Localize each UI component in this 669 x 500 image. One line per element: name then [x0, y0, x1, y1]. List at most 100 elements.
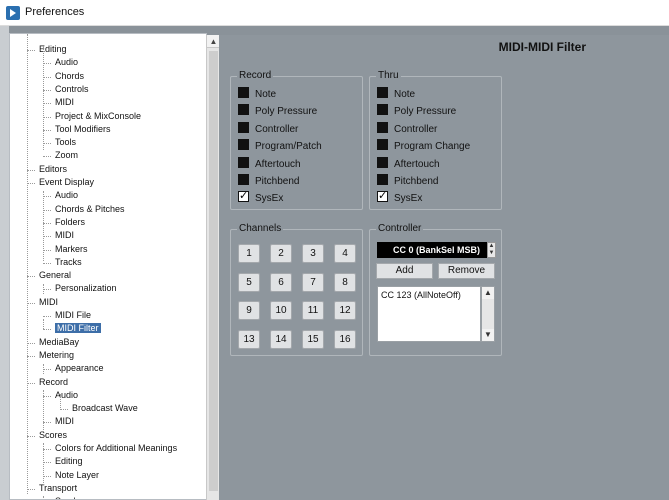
tree-item[interactable]: Audio [55, 389, 78, 402]
tree-item[interactable]: MIDI [55, 229, 74, 242]
tree-connector [43, 449, 51, 450]
tree-item[interactable]: MediaBay [39, 336, 79, 349]
channels-group-title: Channels [237, 223, 284, 235]
thru-option-label: Poly Pressure [394, 106, 457, 118]
channel-6-button[interactable]: 6 [270, 272, 292, 292]
tree-item[interactable]: MIDI [39, 296, 58, 309]
tree-item[interactable]: Chords [55, 70, 84, 83]
record-checkbox[interactable] [238, 174, 249, 185]
record-option[interactable]: Note [238, 87, 276, 101]
tree-item[interactable]: Project & MixConsole [55, 110, 141, 123]
channel-2-button[interactable]: 2 [270, 244, 292, 263]
tree-item[interactable]: MIDI File [55, 309, 91, 322]
tree-connector [43, 236, 51, 238]
channel-8-button[interactable]: 8 [334, 272, 356, 292]
thru-checkbox[interactable] [377, 156, 388, 168]
channel-11-button[interactable]: 11 [302, 301, 324, 320]
tree-item[interactable]: MIDI [55, 415, 74, 428]
tree-item[interactable]: Appearance [55, 362, 104, 375]
channel-9-button[interactable]: 9 [238, 301, 260, 320]
record-checkbox[interactable] [238, 189, 249, 203]
tree-item[interactable]: Record [39, 376, 68, 389]
tree-item[interactable]: General [39, 269, 71, 282]
tree-guide-line [43, 390, 44, 432]
channel-3-button[interactable]: 3 [302, 244, 324, 263]
list-scroll-down-icon[interactable]: ▼ [482, 329, 494, 341]
tree-item[interactable]: Tool Modifiers [55, 123, 111, 136]
tree-item[interactable]: Personalization [55, 282, 117, 295]
record-option[interactable]: Aftertouch [238, 156, 301, 171]
thru-checkbox[interactable] [377, 87, 388, 98]
thru-option[interactable]: Program Change [377, 139, 470, 153]
channel-1-button[interactable]: 1 [238, 244, 260, 263]
record-checkbox[interactable] [238, 139, 249, 151]
channel-14-button[interactable]: 14 [270, 329, 292, 349]
tree-item[interactable]: Metering [39, 349, 74, 362]
tree-item[interactable]: Transport [39, 482, 77, 495]
record-option[interactable]: Program/Patch [238, 139, 322, 153]
tree-guide-line [43, 284, 44, 294]
tree-item[interactable]: Folders [55, 216, 85, 229]
tree-item-selected[interactable]: MIDI Filter [55, 322, 101, 335]
record-option[interactable]: SysEx [238, 189, 283, 205]
thru-option[interactable]: Aftertouch [377, 156, 440, 171]
thru-option[interactable]: Pitchbend [377, 174, 438, 188]
thru-checkbox[interactable] [377, 189, 388, 203]
controller-list-item[interactable]: CC 123 (AllNoteOff) [381, 290, 461, 300]
tree-item[interactable]: Editors [39, 163, 67, 176]
controller-select[interactable]: CC 0 (BankSel MSB) [377, 242, 487, 258]
add-button[interactable]: Add [376, 263, 433, 279]
record-option[interactable]: Controller [238, 121, 298, 136]
tree-item[interactable]: Chords & Pitches [55, 203, 125, 216]
channel-15-button[interactable]: 15 [302, 329, 324, 349]
channel-5-button[interactable]: 5 [238, 272, 260, 292]
channel-10-button[interactable]: 10 [270, 301, 292, 320]
thru-checkbox[interactable] [377, 104, 388, 116]
tree-item[interactable]: Event Display [39, 176, 94, 189]
thru-option[interactable]: SysEx [377, 189, 422, 205]
spin-down-icon[interactable]: ▼ [488, 250, 495, 257]
channel-7-button[interactable]: 7 [302, 272, 324, 292]
tree-item-label: MIDI [55, 416, 74, 427]
preferences-tree[interactable]: Editing Audio Chords Controls MIDI Project & … [9, 33, 207, 500]
record-checkbox[interactable] [238, 87, 249, 98]
channel-4-button[interactable]: 4 [334, 244, 356, 263]
record-option[interactable]: Pitchbend [238, 174, 299, 188]
tree-scrollbar[interactable]: ▲ [206, 35, 220, 500]
channel-12-button[interactable]: 12 [334, 301, 356, 320]
record-checkbox[interactable] [238, 121, 249, 133]
thru-checkbox[interactable] [377, 139, 388, 151]
controller-list[interactable]: CC 123 (AllNoteOff) [377, 286, 481, 342]
channel-16-button[interactable]: 16 [334, 329, 356, 349]
record-option[interactable]: Poly Pressure [238, 104, 317, 118]
thru-option[interactable]: Controller [377, 121, 437, 136]
tree-item[interactable]: Colors for Additional Meanings [55, 442, 177, 455]
channels-group: Channels 1 2 3 4 5 6 7 8 9 10 11 12 13 14 15 16 [230, 223, 363, 356]
tree-item[interactable]: Note Layer [55, 469, 99, 482]
tree-item[interactable]: Zoom [55, 149, 78, 162]
thru-option[interactable]: Note [377, 87, 415, 101]
tree-item[interactable]: Tools [55, 136, 76, 149]
thru-checkbox[interactable] [377, 121, 388, 133]
tree-item[interactable]: Editing [55, 455, 83, 468]
tree-item[interactable]: Scrub [55, 495, 79, 499]
tree-item[interactable]: Audio [55, 56, 78, 69]
tree-guide-line [43, 46, 44, 150]
controller-list-scrollbar[interactable]: ▲ ▼ [481, 286, 495, 342]
list-scroll-up-icon[interactable]: ▲ [482, 287, 494, 299]
thru-checkbox[interactable] [377, 174, 388, 185]
tree-item[interactable]: Tracks [55, 256, 82, 269]
tree-item[interactable]: MIDI [55, 96, 74, 109]
controller-spin[interactable]: ▲ ▼ [487, 242, 496, 258]
spin-up-icon[interactable]: ▲ [488, 243, 495, 250]
tree-item[interactable]: Markers [55, 243, 88, 256]
tree-item[interactable]: Broadcast Wave [72, 402, 138, 415]
record-checkbox[interactable] [238, 104, 249, 116]
remove-button[interactable]: Remove [438, 263, 495, 279]
scroll-thumb[interactable] [209, 51, 218, 491]
channel-13-button[interactable]: 13 [238, 329, 260, 349]
tree-item[interactable]: Controls [55, 83, 89, 96]
tree-item[interactable]: Audio [55, 189, 78, 202]
thru-option[interactable]: Poly Pressure [377, 104, 456, 118]
record-checkbox[interactable] [238, 156, 249, 168]
